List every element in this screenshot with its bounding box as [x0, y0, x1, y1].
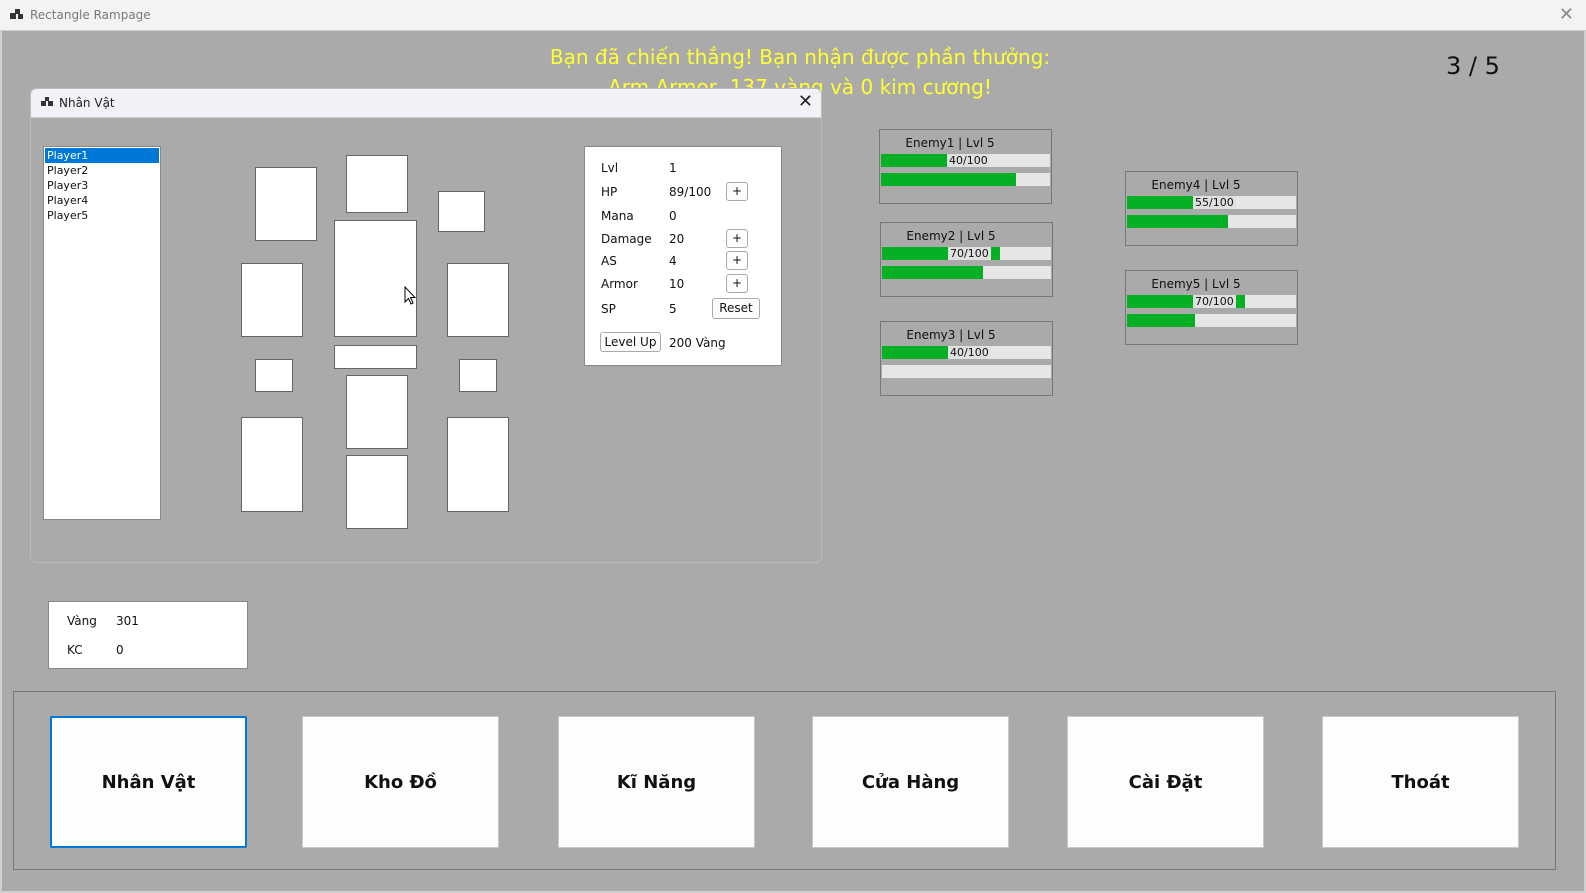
- app-icon: [10, 9, 24, 21]
- enemy-card[interactable]: Enemy4 | Lvl 5 55/100: [1125, 171, 1298, 246]
- enemy-hp-text: 40/100: [948, 346, 991, 359]
- enemy-name: Enemy4 | Lvl 5: [1151, 178, 1241, 192]
- character-window: Nhân Vật ✕ Player1 Player2 Player3 Playe…: [30, 88, 822, 563]
- stat-hp-label: HP: [601, 185, 618, 199]
- stat-hp-value: 89/100: [669, 185, 712, 199]
- enemy-card[interactable]: Enemy5 | Lvl 5 70/100: [1125, 270, 1298, 345]
- enemy-card[interactable]: Enemy3 | Lvl 5 40/100: [880, 321, 1053, 396]
- equip-slot-right-top[interactable]: [438, 191, 485, 232]
- damage-plus-button[interactable]: +: [726, 229, 748, 248]
- stat-sp-label: SP: [601, 302, 616, 316]
- stat-armor-label: Armor: [601, 277, 638, 291]
- equip-slot-right-arm[interactable]: [447, 263, 509, 337]
- victory-message-line1: Bạn đã chiến thắng! Bạn nhận được phần t…: [549, 45, 1051, 69]
- character-menu-button[interactable]: Nhân Vật: [50, 716, 247, 848]
- window-left-edge: [0, 31, 2, 893]
- exit-menu-button[interactable]: Thoát: [1322, 716, 1519, 848]
- as-plus-button[interactable]: +: [726, 251, 748, 270]
- equip-slot-left-ring[interactable]: [255, 359, 293, 392]
- enemy-mana-bar: [1127, 215, 1296, 228]
- character-window-title: Nhân Vật: [59, 96, 115, 110]
- enemy-mana-fill: [1127, 314, 1195, 327]
- enemy-mana-bar: [1127, 314, 1296, 327]
- stat-lvl-label: Lvl: [601, 161, 619, 175]
- stat-as-value: 4: [669, 254, 677, 268]
- shop-menu-button[interactable]: Cửa Hàng: [812, 716, 1009, 848]
- inventory-menu-button[interactable]: Kho Đồ: [302, 716, 499, 848]
- stats-panel: Lvl 1 HP 89/100 + Mana 0 Damage 20 + AS …: [584, 146, 782, 366]
- armor-plus-button[interactable]: +: [726, 274, 748, 293]
- player-list[interactable]: Player1 Player2 Player3 Player4 Player5: [43, 146, 161, 520]
- stat-lvl-value: 1: [669, 161, 677, 175]
- enemy-hp-bar: 70/100: [882, 247, 1051, 260]
- equip-slot-left-weapon[interactable]: [241, 417, 303, 512]
- enemy-name: Enemy2 | Lvl 5: [906, 229, 996, 243]
- character-window-titlebar[interactable]: Nhân Vật ✕: [31, 89, 821, 118]
- enemy-mana-bar: [882, 365, 1051, 378]
- settings-menu-button[interactable]: Cài Đặt: [1067, 716, 1264, 848]
- equip-slot-right-weapon[interactable]: [447, 417, 509, 512]
- stat-armor-value: 10: [669, 277, 685, 291]
- stat-mana-label: Mana: [601, 209, 634, 223]
- window-titlebar: Rectangle Rampage ✕: [0, 0, 1586, 31]
- enemy-hp-text: 55/100: [1193, 196, 1236, 209]
- kc-value: 0: [116, 643, 124, 657]
- equip-slot-right-ring[interactable]: [459, 359, 497, 392]
- enemy-name: Enemy5 | Lvl 5: [1151, 277, 1241, 291]
- enemy-mana-fill: [882, 266, 984, 279]
- enemy-card[interactable]: Enemy1 | Lvl 5 40/100: [879, 129, 1052, 204]
- enemy-hp-text: 70/100: [1193, 295, 1236, 308]
- skills-menu-button[interactable]: Kĩ Năng: [558, 716, 755, 848]
- enemy-mana-fill: [881, 173, 1017, 186]
- equip-slot-left-arm[interactable]: [241, 263, 303, 337]
- enemy-hp-bar: 70/100: [1127, 295, 1296, 308]
- equip-slot-body[interactable]: [334, 220, 417, 337]
- stat-damage-label: Damage: [601, 232, 652, 246]
- enemy-name: Enemy3 | Lvl 5: [906, 328, 996, 342]
- player-list-item[interactable]: Player3: [45, 178, 159, 193]
- enemy-mana-bar: [882, 266, 1051, 279]
- level-up-cost: 200 Vàng: [669, 336, 726, 350]
- level-up-button[interactable]: Level Up: [600, 332, 661, 352]
- gold-value: 301: [116, 614, 139, 628]
- enemy-hp-bar: 55/100: [1127, 196, 1296, 209]
- player-list-item[interactable]: Player2: [45, 163, 159, 178]
- round-counter: 3 / 5: [1446, 52, 1500, 80]
- player-list-item[interactable]: Player5: [45, 208, 159, 223]
- enemy-mana-fill: [1127, 215, 1229, 228]
- player-list-item[interactable]: Player4: [45, 193, 159, 208]
- equip-slot-belt[interactable]: [334, 345, 417, 369]
- reset-button[interactable]: Reset: [712, 298, 760, 319]
- enemy-hp-fill: [881, 154, 949, 167]
- enemy-mana-bar: [881, 173, 1050, 186]
- stat-sp-value: 5: [669, 302, 677, 316]
- hp-plus-button[interactable]: +: [726, 182, 748, 201]
- stat-as-label: AS: [601, 254, 617, 268]
- stat-damage-value: 20: [669, 232, 685, 246]
- enemy-hp-text: 40/100: [947, 154, 990, 167]
- equip-slot-feet[interactable]: [346, 455, 408, 529]
- enemy-name: Enemy1 | Lvl 5: [905, 136, 995, 150]
- equip-slot-legs[interactable]: [346, 375, 408, 449]
- wallet-panel: Vàng 301 KC 0: [48, 601, 248, 669]
- enemy-hp-fill: [882, 346, 950, 359]
- kc-label: KC: [67, 643, 83, 657]
- main-menu-panel: Nhân Vật Kho Đồ Kĩ Năng Cửa Hàng Cài Đặt…: [13, 691, 1556, 870]
- stat-mana-value: 0: [669, 209, 677, 223]
- equip-slot-head[interactable]: [346, 155, 408, 213]
- mouse-cursor-icon: [404, 286, 416, 305]
- window-title: Rectangle Rampage: [30, 8, 151, 22]
- enemy-hp-bar: 40/100: [882, 346, 1051, 359]
- gold-label: Vàng: [67, 614, 97, 628]
- character-window-icon: [41, 97, 53, 109]
- enemy-hp-bar: 40/100: [881, 154, 1050, 167]
- equip-slot-left-top[interactable]: [255, 167, 317, 241]
- player-list-item[interactable]: Player1: [45, 148, 159, 163]
- window-close-icon[interactable]: ✕: [1559, 4, 1574, 25]
- enemy-hp-text: 70/100: [948, 247, 991, 260]
- enemy-card[interactable]: Enemy2 | Lvl 5 70/100: [880, 222, 1053, 297]
- character-window-close-icon[interactable]: ✕: [798, 91, 813, 112]
